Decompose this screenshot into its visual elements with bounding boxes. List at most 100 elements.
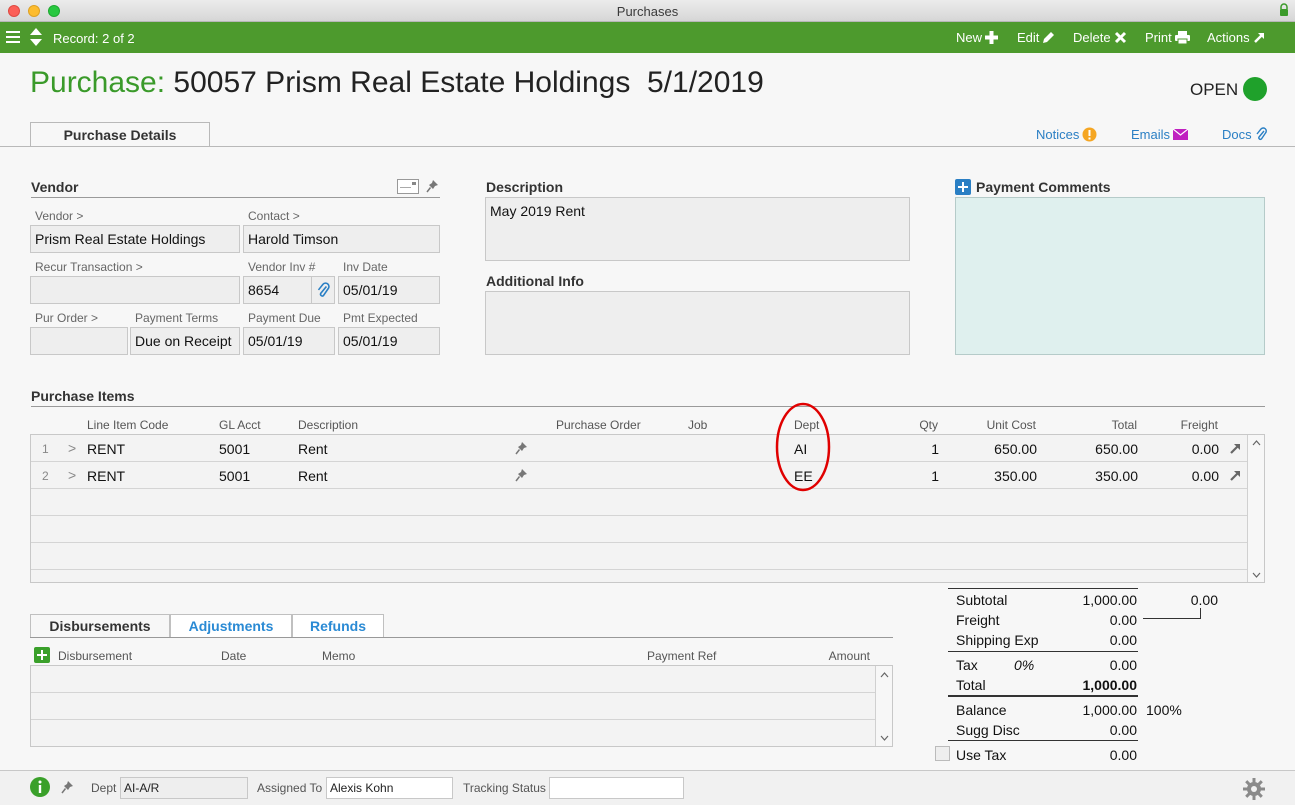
row-freight[interactable]: 0.00	[1161, 468, 1219, 484]
row-description[interactable]: Rent	[298, 468, 328, 484]
additional-info-field[interactable]	[485, 291, 910, 355]
notices-link[interactable]: Notices	[1036, 127, 1097, 142]
shipping-label: Shipping Exp	[956, 632, 1039, 648]
table-row[interactable]	[31, 693, 875, 720]
envelope-icon	[1173, 129, 1189, 140]
page-title-label: Purchase:	[30, 66, 166, 99]
printer-icon	[1174, 31, 1190, 44]
tab-refunds[interactable]: Refunds	[292, 614, 384, 638]
pin-icon[interactable]	[61, 780, 74, 794]
balance-value: 1,000.00	[1082, 702, 1138, 718]
row-gl[interactable]: 5001	[219, 468, 250, 484]
col-memo: Memo	[322, 649, 356, 663]
row-qty[interactable]: 1	[899, 441, 939, 457]
pin-icon[interactable]	[515, 441, 528, 455]
row-unit-cost[interactable]: 350.00	[966, 468, 1037, 484]
row-description[interactable]: Rent	[298, 441, 328, 457]
recur-transaction-label[interactable]: Recur Transaction >	[35, 260, 143, 274]
menu-icon[interactable]	[6, 30, 20, 44]
pur-order-field[interactable]	[30, 327, 128, 355]
contact-field[interactable]: Harold Timson	[243, 225, 440, 253]
delete-button[interactable]: Delete	[1073, 30, 1127, 45]
tab-purchase-details[interactable]: Purchase Details	[30, 122, 210, 147]
row-number: 2	[42, 469, 49, 483]
plus-icon	[985, 31, 999, 44]
row-expand-icon[interactable]: >	[68, 440, 76, 456]
row-total: 350.00	[1095, 468, 1138, 484]
footer-dept-field[interactable]: AI-A/R	[120, 777, 248, 799]
table-row[interactable]	[31, 543, 1247, 570]
table-row[interactable]: 1 > RENT 5001 Rent AI 1 650.00 650.00 0.…	[31, 435, 1247, 462]
tab-disbursements[interactable]: Disbursements	[30, 614, 170, 638]
tax-percent[interactable]: 0%	[1014, 657, 1034, 673]
pin-icon[interactable]	[515, 468, 528, 482]
pur-order-label[interactable]: Pur Order >	[35, 311, 98, 325]
row-unit-cost[interactable]: 650.00	[966, 441, 1037, 457]
disb-tab-line	[30, 637, 893, 638]
emails-link[interactable]: Emails	[1131, 127, 1189, 142]
actions-label: Actions	[1207, 30, 1250, 45]
row-code[interactable]: RENT	[87, 441, 125, 457]
chevron-down-icon[interactable]	[880, 735, 889, 741]
edit-label: Edit	[1017, 30, 1040, 45]
tax-value: 0.00	[1109, 657, 1137, 673]
info-icon[interactable]	[30, 777, 50, 797]
new-button[interactable]: New	[956, 30, 999, 45]
table-row[interactable]	[31, 516, 1247, 543]
chevron-up-icon[interactable]	[880, 672, 889, 678]
window-titlebar: Purchases	[0, 0, 1295, 22]
open-row-icon[interactable]	[1229, 442, 1242, 455]
contact-field-label[interactable]: Contact >	[248, 209, 300, 223]
freight-label: Freight	[956, 612, 1000, 628]
row-qty[interactable]: 1	[899, 468, 939, 484]
tab-divider	[0, 146, 1295, 147]
print-button[interactable]: Print	[1145, 30, 1190, 45]
table-row[interactable]: 2 > RENT 5001 Rent EE 1 350.00 350.00 0.…	[31, 462, 1247, 489]
row-code[interactable]: RENT	[87, 468, 125, 484]
balance-label: Balance	[956, 702, 1007, 718]
sugg-disc-value: 0.00	[1109, 722, 1137, 738]
address-card-icon[interactable]	[397, 179, 419, 194]
payment-due-field[interactable]: 05/01/19	[243, 327, 335, 355]
record-navigate-icon[interactable]	[29, 27, 43, 47]
use-tax-checkbox[interactable]	[935, 746, 950, 761]
inv-date-field[interactable]: 05/01/19	[338, 276, 440, 304]
payment-comments-field[interactable]	[955, 197, 1265, 355]
vendor-field-label[interactable]: Vendor >	[35, 209, 83, 223]
add-disbursement-icon[interactable]	[34, 647, 50, 663]
row-expand-icon[interactable]: >	[68, 467, 76, 483]
pmt-expected-field[interactable]: 05/01/19	[338, 327, 440, 355]
row-gl[interactable]: 5001	[219, 441, 250, 457]
tracking-status-field[interactable]	[549, 777, 684, 799]
emails-label: Emails	[1131, 127, 1171, 142]
attachment-icon[interactable]	[316, 282, 330, 299]
chevron-down-icon[interactable]	[1252, 572, 1261, 578]
docs-link[interactable]: Docs	[1222, 127, 1267, 142]
disbursements-scrollbar[interactable]	[875, 666, 892, 746]
purchase-items-grid: 1 > RENT 5001 Rent AI 1 650.00 650.00 0.…	[30, 434, 1265, 583]
tab-adjustments[interactable]: Adjustments	[170, 614, 292, 638]
vendor-field[interactable]: Prism Real Estate Holdings	[30, 225, 240, 253]
col-line-item-code: Line Item Code	[87, 418, 169, 432]
open-row-icon[interactable]	[1229, 469, 1242, 482]
chevron-up-icon[interactable]	[1252, 440, 1261, 446]
items-scrollbar[interactable]	[1247, 435, 1264, 582]
table-row[interactable]	[31, 666, 875, 693]
shipping-value[interactable]: 0.00	[1040, 632, 1137, 648]
pin-icon[interactable]	[426, 179, 439, 193]
assigned-to-field[interactable]: Alexis Kohn	[326, 777, 453, 799]
actions-button[interactable]: Actions	[1207, 30, 1266, 45]
add-comment-icon[interactable]	[955, 179, 971, 195]
table-row[interactable]	[31, 489, 1247, 516]
recur-transaction-field[interactable]	[30, 276, 240, 304]
totals-top-line	[948, 588, 1138, 589]
totals-divider	[948, 695, 1138, 697]
description-field[interactable]: May 2019 Rent	[485, 197, 910, 261]
freight-side-value: 0.00	[1190, 592, 1218, 608]
row-freight[interactable]: 0.00	[1161, 441, 1219, 457]
gear-icon[interactable]	[1243, 778, 1265, 800]
payment-terms-field[interactable]: Due on Receipt	[130, 327, 240, 355]
edit-button[interactable]: Edit	[1017, 30, 1055, 45]
delete-label: Delete	[1073, 30, 1111, 45]
balance-percent: 100%	[1146, 702, 1182, 718]
